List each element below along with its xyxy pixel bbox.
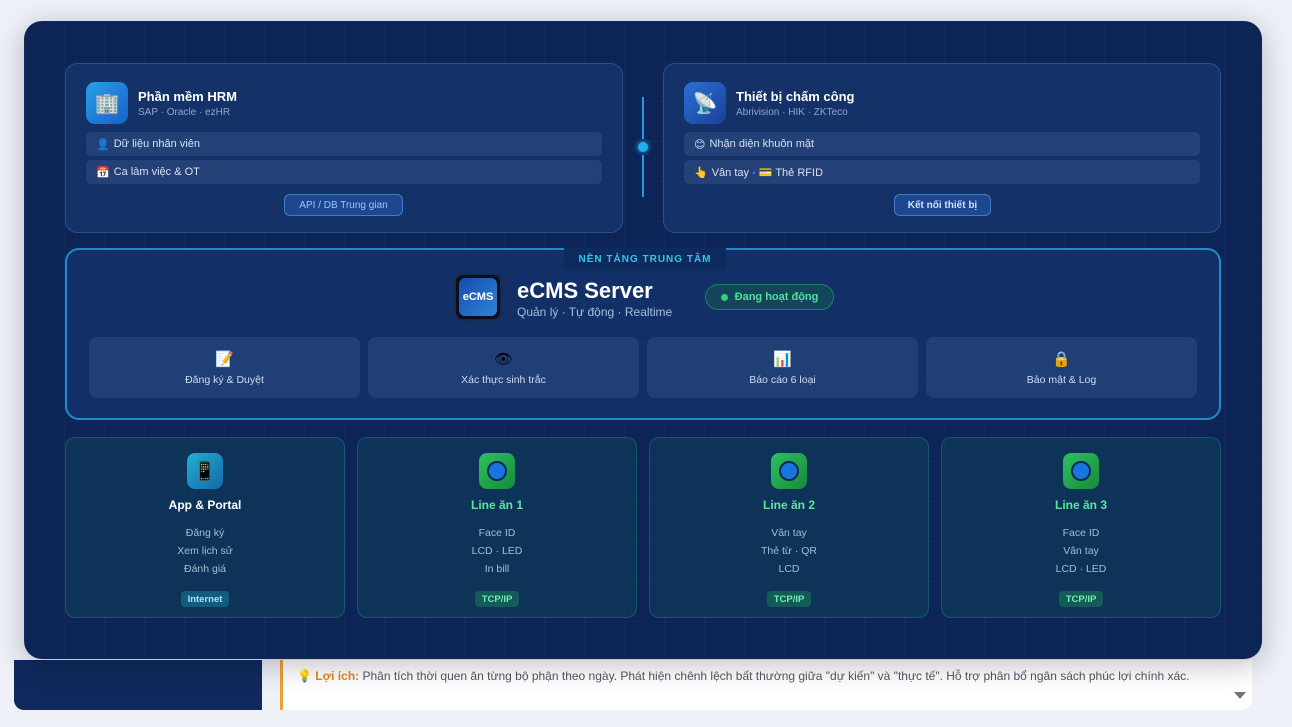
bar-chart-icon: 📊 (773, 350, 792, 368)
hrm-card: 🏢 Phần mềm HRM SAP · Oracle · ezHR 👤 Dữ … (65, 63, 623, 233)
hrm-subtitle: SAP · Oracle · ezHR (138, 106, 231, 118)
chevron-down-icon[interactable] (1234, 692, 1246, 699)
connection-badge: TCP/IP (766, 591, 812, 607)
line-station-icon (479, 453, 515, 489)
card-item: Vân tay (1063, 545, 1099, 557)
mobile-phone-icon: 📱 (187, 453, 223, 489)
line-1-card[interactable]: Line ăn 1 Face ID LCD · LED In bill TCP/… (357, 437, 637, 618)
connector-line-top (642, 97, 644, 139)
feature-label: Báo cáo 6 loại (749, 373, 816, 386)
pointing-finger-icon: 👆 (694, 166, 708, 179)
architecture-modal: 🏢 Phần mềm HRM SAP · Oracle · ezHR 👤 Dữ … (24, 21, 1262, 659)
eye-icon: 👁 (493, 350, 514, 368)
feature-register-approve[interactable]: 📝 Đăng ký & Duyệt (89, 337, 360, 398)
server-subtitle: Quản lý · Tự động · Realtime (517, 305, 673, 319)
device-row-fingerprint-rfid: 👆 Vân tay · 💳 Thẻ RFID (684, 160, 1200, 184)
api-db-button[interactable]: API / DB Trung gian (284, 194, 403, 216)
card-item: LCD (778, 563, 800, 575)
note-text: Phân tích thời quen ăn từng bộ phận theo… (362, 669, 1190, 683)
card-item: Face ID (478, 527, 516, 539)
connection-badge: Internet (180, 591, 230, 607)
card-item: LCD · LED (471, 545, 523, 557)
feature-label: Bảo mật & Log (1026, 373, 1097, 386)
card-item: LCD · LED (1055, 563, 1107, 575)
calendar-icon: 📅 (96, 166, 110, 179)
card-title: Line ăn 2 (762, 498, 815, 512)
feature-security-log[interactable]: 🔒 Bảo mật & Log (926, 337, 1197, 398)
card-title: Line ăn 3 (1054, 498, 1107, 512)
hrm-row-employee-data: 👤 Dữ liệu nhân viên (86, 132, 602, 156)
card-item: Vân tay (771, 527, 807, 539)
line-station-icon (771, 453, 807, 489)
device-row-label: Nhận diện khuôn mặt (709, 138, 815, 150)
connect-device-button[interactable]: Kết nối thiết bị (894, 194, 991, 216)
device-subtitle: Abrivision · HIK · ZKTeco (736, 106, 848, 118)
hrm-row-label: Ca làm việc & OT (113, 166, 200, 178)
smiley-icon: 😊 (694, 138, 706, 151)
memo-icon: 📝 (215, 350, 234, 368)
hrm-row-shifts: 📅 Ca làm việc & OT (86, 160, 602, 184)
line-3-card[interactable]: Line ăn 3 Face ID Vân tay LCD · LED TCP/… (941, 437, 1221, 618)
card-item: Face ID (1062, 527, 1100, 539)
note-prefix: 💡 Lợi ích: (297, 669, 360, 683)
card-title: Line ăn 1 (470, 498, 523, 512)
feature-label: Xác thực sinh trắc (461, 373, 546, 386)
card-item: Thẻ từ · QR (760, 545, 818, 557)
device-row-face: 😊 Nhận diện khuôn mặt (684, 132, 1200, 156)
connection-badge: TCP/IP (474, 591, 520, 607)
status-label: Đang hoạt động (734, 291, 819, 303)
satellite-icon: 📡 (684, 82, 726, 124)
hrm-row-label: Dữ liệu nhân viên (113, 138, 200, 150)
ecms-logo-text: eCMS (459, 278, 497, 316)
line-2-card[interactable]: Line ăn 2 Vân tay Thẻ từ · QR LCD TCP/IP (649, 437, 929, 618)
user-icon: 👤 (96, 138, 110, 151)
line-station-icon (1063, 453, 1099, 489)
status-dot-icon (720, 293, 728, 301)
feature-biometric[interactable]: 👁 Xác thực sinh trắc (368, 337, 639, 398)
card-item: In bill (484, 563, 510, 575)
connector-line-bottom (642, 155, 644, 197)
hrm-title: Phần mềm HRM (138, 88, 237, 104)
connection-badge: TCP/IP (1058, 591, 1104, 607)
lock-icon: 🔒 (1052, 350, 1071, 368)
connector-dot (638, 142, 648, 152)
device-title: Thiết bị chấm công (736, 88, 855, 104)
status-badge: Đang hoạt động (705, 284, 834, 310)
feature-reports[interactable]: 📊 Báo cáo 6 loại (647, 337, 918, 398)
central-platform: NỀN TẢNG TRUNG TÂM eCMS eCMS Server Quản… (65, 248, 1221, 420)
card-item: Xem lịch sử (177, 545, 233, 557)
ecms-logo: eCMS (454, 273, 502, 321)
background-sidebar-block (14, 660, 262, 710)
background-benefit-note: 💡 Lợi ích: Phân tích thời quen ăn từng b… (280, 660, 1252, 710)
card-item: Đánh giá (183, 563, 227, 575)
device-card: 📡 Thiết bị chấm công Abrivision · HIK · … (663, 63, 1221, 233)
app-portal-card[interactable]: 📱 App & Portal Đăng ký Xem lịch sử Đánh … (65, 437, 345, 618)
server-title: eCMS Server (517, 278, 653, 303)
card-item: Đăng ký (185, 527, 225, 539)
central-platform-tag: NỀN TẢNG TRUNG TÂM (564, 248, 726, 270)
device-row-label: Vân tay · 💳 Thẻ RFID (711, 166, 824, 179)
building-icon: 🏢 (86, 82, 128, 124)
card-title: App & Portal (168, 498, 242, 512)
feature-label: Đăng ký & Duyệt (185, 373, 264, 386)
